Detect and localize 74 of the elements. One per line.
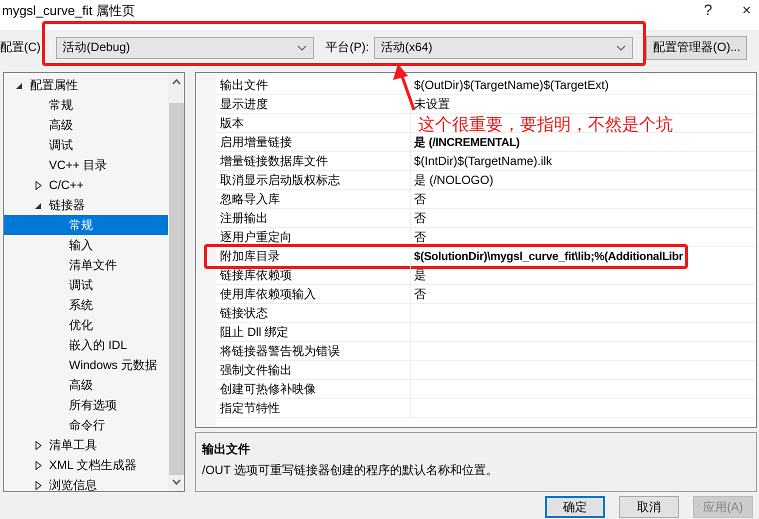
property-name[interactable]: 显示进度	[216, 95, 411, 114]
property-name[interactable]: 阻止 Dll 绑定	[216, 323, 411, 342]
tree-item[interactable]: 常规	[4, 95, 168, 115]
property-value[interactable]: 否	[411, 190, 756, 209]
property-name[interactable]: 创建可热修补映像	[216, 380, 411, 399]
tree-item[interactable]: 调试	[4, 275, 168, 295]
property-name[interactable]: 增量链接数据库文件	[216, 152, 411, 171]
tree-item[interactable]: C/C++	[4, 175, 168, 195]
tree-item[interactable]: XML 文档生成器	[4, 455, 168, 475]
property-value[interactable]: 否	[411, 228, 756, 247]
annotation-arrow	[392, 63, 416, 111]
property-value[interactable]: 未设置	[411, 95, 756, 114]
tree-item[interactable]: 清单文件	[4, 255, 168, 275]
tree-item[interactable]: 所有选项	[4, 395, 168, 415]
property-name[interactable]: 链接状态	[216, 304, 411, 323]
expanded-arrow-icon[interactable]	[16, 80, 23, 90]
platform-dropdown[interactable]: 活动(x64)	[374, 36, 634, 58]
dialog-button[interactable]: 确定	[545, 496, 605, 518]
tree-item[interactable]: 清单工具	[4, 435, 168, 455]
tree-item[interactable]: 系统	[4, 295, 168, 315]
property-name[interactable]: 将链接器警告视为错误	[216, 342, 411, 361]
tree-item[interactable]: Windows 元数据	[4, 355, 168, 375]
tree-item[interactable]: 输入	[4, 235, 168, 255]
property-value[interactable]: $(IntDir)$(TargetName).ilk	[411, 152, 756, 171]
property-name[interactable]: 指定节特性	[216, 399, 411, 418]
tree-item[interactable]: VC++ 目录	[4, 155, 168, 175]
collapsed-arrow-icon[interactable]	[35, 460, 42, 470]
scroll-up-icon[interactable]	[172, 79, 180, 85]
annotation-text: 这个很重要，要指明，不然是个坑	[418, 114, 673, 136]
platform-label: 平台(P):	[326, 39, 370, 56]
property-name[interactable]: 取消显示启动版权标志	[216, 171, 411, 190]
config-dropdown[interactable]: 活动(Debug)	[56, 36, 314, 58]
property-value[interactable]: $(OutDir)$(TargetName)$(TargetExt)	[411, 76, 756, 95]
property-name[interactable]: 附加库目录	[216, 247, 411, 266]
scrollbar[interactable]	[168, 73, 184, 491]
tree-item[interactable]: 调试	[4, 135, 168, 155]
tree-item[interactable]: 高级	[4, 375, 168, 395]
tree-item[interactable]: 链接器	[4, 195, 168, 215]
property-value[interactable]: 是 (/NOLOGO)	[411, 171, 756, 190]
property-value[interactable]: $(SolutionDir)\mygsl_curve_fit\lib;%(AdditionalLibr	[411, 247, 685, 266]
dialog-button[interactable]: 取消	[619, 496, 679, 518]
property-name[interactable]: 链接库依赖项	[216, 266, 411, 285]
tree-item[interactable]: 浏览信息	[4, 475, 168, 495]
scroll-down-icon[interactable]	[172, 479, 180, 485]
property-value[interactable]: 否	[411, 209, 756, 228]
tree-item[interactable]: 配置属性	[4, 75, 168, 95]
config-label: 配置(C)	[0, 39, 41, 56]
chevron-down-icon	[616, 44, 626, 50]
property-value[interactable]: 否	[411, 285, 756, 304]
property-name[interactable]: 注册输出	[216, 209, 411, 228]
config-manager-button[interactable]: 配置管理器(O)...	[646, 36, 748, 60]
property-name[interactable]: 启用增量链接	[216, 133, 411, 152]
tree-item[interactable]: 常规	[4, 215, 168, 235]
description-title: 输出文件	[202, 441, 251, 458]
tree-item[interactable]: 优化	[4, 315, 168, 335]
tree-item[interactable]: 嵌入的 IDL	[4, 335, 168, 355]
property-name[interactable]: 使用库依赖项输入	[216, 285, 411, 304]
collapsed-arrow-icon[interactable]	[35, 440, 42, 450]
property-value[interactable]: 是 (/INCREMENTAL)	[411, 133, 756, 152]
collapsed-arrow-icon[interactable]	[35, 180, 42, 190]
close-button[interactable]: ×	[734, 2, 759, 19]
property-name[interactable]: 忽略导入库	[216, 190, 411, 209]
tree-item[interactable]: 高级	[4, 115, 168, 135]
window-title: mygsl_curve_fit 属性页	[2, 2, 136, 20]
tree-item[interactable]: 命令行	[4, 415, 168, 435]
property-name[interactable]: 强制文件输出	[216, 361, 411, 380]
property-name[interactable]: 逐用户重定向	[216, 228, 411, 247]
help-button[interactable]: ?	[696, 2, 720, 19]
description-text: /OUT 选项可重写链接器创建的程序的默认名称和位置。	[202, 462, 499, 479]
collapsed-arrow-icon[interactable]	[35, 480, 42, 490]
property-name[interactable]: 版本	[216, 114, 411, 133]
chevron-down-icon	[296, 44, 307, 50]
property-value[interactable]: 是	[411, 266, 756, 285]
expanded-arrow-icon[interactable]	[35, 200, 42, 210]
